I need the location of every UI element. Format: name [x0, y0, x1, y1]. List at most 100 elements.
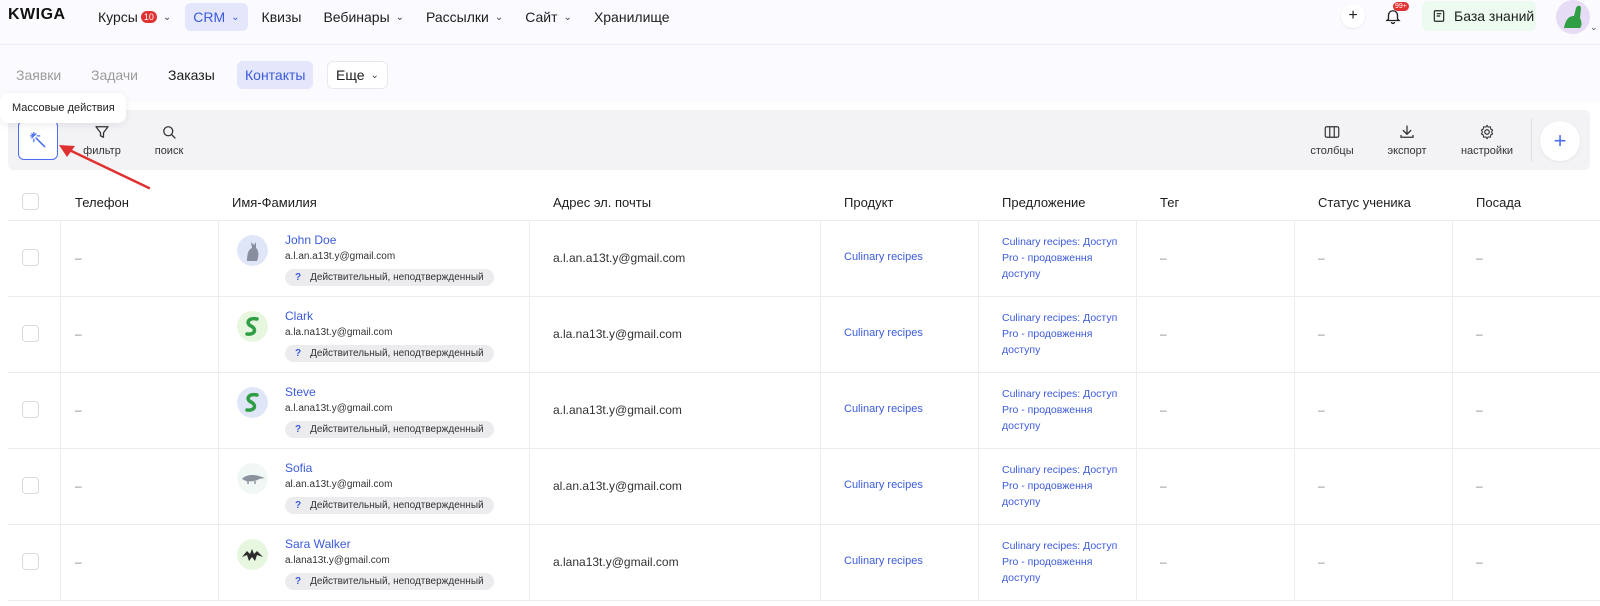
table-row[interactable]: – Steve a.l.ana13t.y@gmail.com? Действитель…	[8, 373, 1600, 449]
column-divider	[1452, 373, 1453, 449]
status-label: Действительный, неподтвержденный	[310, 348, 484, 359]
row-checkbox[interactable]	[22, 477, 39, 494]
offer-link[interactable]: Culinary recipes: Доступ Pro - продовжен…	[1002, 538, 1126, 586]
column-divider	[529, 297, 530, 373]
offer-link[interactable]: Culinary recipes: Доступ Pro - продовжен…	[1002, 234, 1126, 282]
column-divider	[218, 297, 219, 373]
offer-link[interactable]: Culinary recipes: Доступ Pro - продовжен…	[1002, 462, 1126, 510]
offer-link[interactable]: Culinary recipes: Доступ Pro - продовжен…	[1002, 386, 1126, 434]
add-contact-button[interactable]: +	[1540, 121, 1580, 161]
column-divider	[1294, 221, 1295, 297]
column-divider	[60, 373, 61, 449]
nav-item-courses[interactable]: Курсы 10 ⌄	[90, 3, 179, 31]
contact-email-small: a.l.an.a13t.y@gmail.com	[285, 251, 396, 262]
select-all-checkbox[interactable]	[22, 193, 39, 210]
column-header-email[interactable]: Адрес эл. почты	[553, 195, 651, 210]
product-link[interactable]: Culinary recipes	[844, 479, 923, 491]
column-divider	[1136, 221, 1137, 297]
column-divider	[820, 449, 821, 525]
table-row[interactable]: – John Doe a.l.an.a13t.y@gmail.com? Действи…	[8, 221, 1600, 297]
nav-item-mailings[interactable]: Рассылки ⌄	[418, 3, 511, 31]
column-divider	[820, 525, 821, 601]
contact-name-link[interactable]: Steve	[285, 385, 316, 399]
product-link[interactable]: Culinary recipes	[844, 555, 923, 567]
status-badge: ? Действительный, неподтвержденный	[285, 269, 494, 286]
question-icon: ?	[295, 576, 302, 587]
mass-actions-button[interactable]	[18, 120, 58, 160]
settings-button[interactable]: настройки	[1457, 110, 1517, 170]
search-button[interactable]: поиск	[149, 110, 189, 170]
status-badge: ? Действительный, неподтвержденный	[285, 345, 494, 362]
columns-icon	[1324, 126, 1340, 138]
tab-contacts[interactable]: Контакты	[237, 61, 314, 89]
column-divider	[978, 449, 979, 525]
question-icon: ?	[295, 272, 302, 283]
notification-count-badge: 99+	[1393, 2, 1409, 11]
tab-tasks[interactable]: Задачи	[83, 61, 146, 89]
tag-cell: –	[1160, 555, 1167, 569]
nav-item-label: Курсы	[98, 9, 138, 25]
tag-cell: –	[1160, 327, 1167, 341]
email-cell: a.l.an.a13t.y@gmail.com	[553, 251, 686, 265]
row-checkbox[interactable]	[22, 553, 39, 570]
chevron-down-icon: ⌄	[231, 11, 240, 23]
kwiga-logo[interactable]: KWIGA	[8, 6, 66, 24]
column-header-offer[interactable]: Предложение	[1002, 195, 1086, 210]
column-header-product[interactable]: Продукт	[844, 195, 893, 210]
annotation-arrow	[59, 145, 151, 190]
position-cell: –	[1476, 555, 1483, 569]
nav-item-webinars[interactable]: Вебинары ⌄	[315, 3, 412, 31]
nav-item-quizzes[interactable]: Квизы	[254, 3, 310, 31]
crm-subnav: Заявки Задачи Заказы Контакты Еще ⌄	[0, 44, 1600, 102]
column-divider	[1136, 297, 1137, 373]
table-row[interactable]: – Sofia al.an.a13t.y@gmail.com? Действитель…	[8, 449, 1600, 525]
row-checkbox[interactable]	[22, 325, 39, 342]
table-row[interactable]: – Sara Walker a.lana13t.y@gmail.com? Действ…	[8, 525, 1600, 601]
courses-count-badge: 10	[140, 11, 157, 23]
contact-name-link[interactable]: Sara Walker	[285, 537, 351, 551]
column-divider	[1294, 373, 1295, 449]
nav-item-storage[interactable]: Хранилище	[586, 3, 678, 31]
knowledge-base-button[interactable]: База знаний	[1422, 1, 1536, 31]
book-icon	[1433, 10, 1445, 22]
column-divider	[820, 373, 821, 449]
product-link[interactable]: Culinary recipes	[844, 327, 923, 339]
student-status-cell: –	[1318, 327, 1325, 341]
column-divider	[60, 221, 61, 297]
product-link[interactable]: Culinary recipes	[844, 403, 923, 415]
notifications-button[interactable]: 99+	[1381, 2, 1409, 28]
column-divider	[1294, 449, 1295, 525]
nav-item-site[interactable]: Сайт ⌄	[517, 3, 580, 31]
column-header-student-status[interactable]: Статус ученика	[1318, 195, 1411, 210]
export-button[interactable]: экспорт	[1382, 110, 1432, 170]
column-divider	[978, 525, 979, 601]
row-checkbox[interactable]	[22, 249, 39, 266]
column-header-phone[interactable]: Телефон	[75, 195, 129, 210]
columns-button[interactable]: столбцы	[1307, 110, 1357, 170]
contact-name-link[interactable]: Clark	[285, 309, 313, 323]
nav-item-crm[interactable]: CRM ⌄	[185, 3, 248, 31]
row-checkbox[interactable]	[22, 401, 39, 418]
column-divider	[978, 373, 979, 449]
tab-orders[interactable]: Заказы	[160, 61, 223, 89]
user-avatar[interactable]	[1556, 0, 1590, 34]
contacts-table: Телефон Имя-Фамилия Адрес эл. почты Прод…	[8, 183, 1600, 601]
settings-label: настройки	[1460, 145, 1514, 157]
contact-name-link[interactable]: John Doe	[285, 233, 336, 247]
table-row[interactable]: – Clark a.la.na13t.y@gmail.com? Действитель…	[8, 297, 1600, 373]
add-button[interactable]: +	[1341, 4, 1365, 28]
status-badge: ? Действительный, неподтвержденный	[285, 573, 494, 590]
product-link[interactable]: Culinary recipes	[844, 251, 923, 263]
more-dropdown[interactable]: Еще ⌄	[327, 61, 388, 89]
tab-requests[interactable]: Заявки	[8, 61, 69, 89]
dinosaur-icon	[1564, 5, 1582, 28]
column-header-name[interactable]: Имя-Фамилия	[232, 195, 317, 210]
top-navigation-bar: KWIGA Курсы 10 ⌄ CRM ⌄ Квизы Вебинары ⌄ …	[0, 0, 1600, 44]
status-label: Действительный, неподтвержденный	[310, 500, 484, 511]
chevron-down-icon[interactable]: ⌄	[1590, 22, 1598, 33]
contact-name-link[interactable]: Sofia	[285, 461, 312, 475]
column-header-tag[interactable]: Тег	[1160, 195, 1179, 210]
column-header-position[interactable]: Посада	[1476, 195, 1521, 210]
chevron-down-icon: ⌄	[494, 11, 504, 23]
offer-link[interactable]: Culinary recipes: Доступ Pro - продовжен…	[1002, 310, 1126, 358]
